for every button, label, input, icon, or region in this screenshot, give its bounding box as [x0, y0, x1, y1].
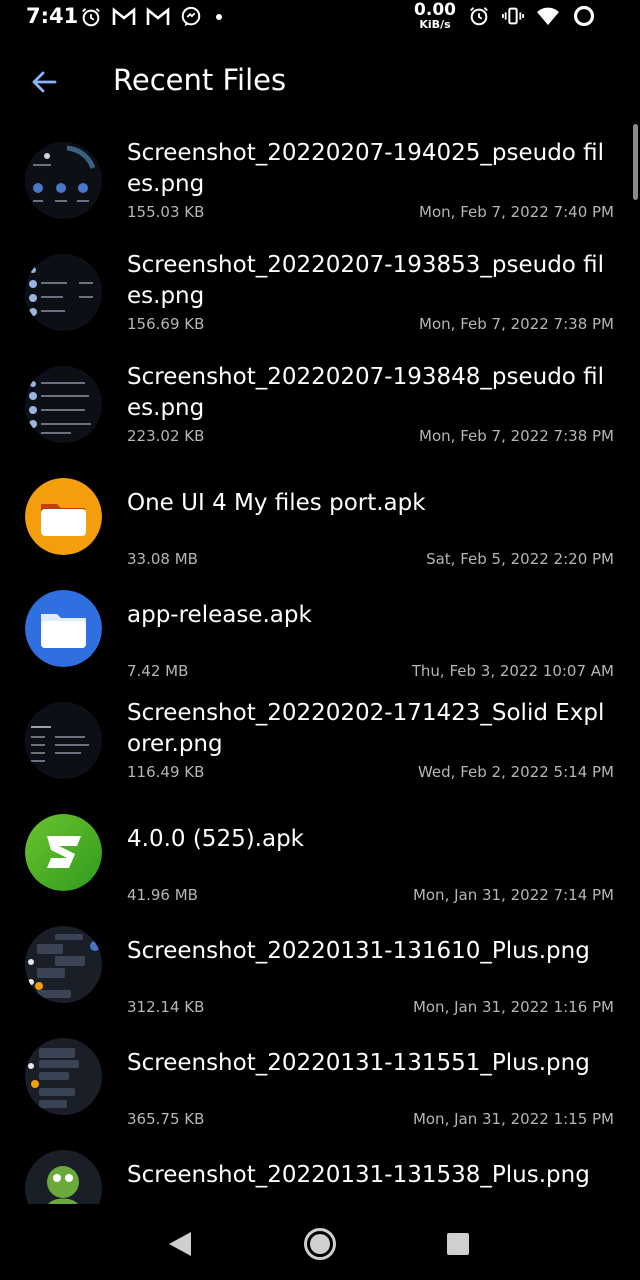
list-item[interactable]: Screenshot_20220207-193853_pseudo files.… — [0, 242, 640, 354]
file-date: Sat, Feb 5, 2022 2:20 PM — [426, 550, 614, 568]
file-name: Screenshot_20220202-171423_Solid Explore… — [127, 700, 605, 757]
page-title: Recent Files — [113, 63, 287, 97]
screenshot-thumb-icon — [25, 1150, 102, 1204]
file-name: Screenshot_20220131-131551_Plus.png — [127, 1050, 590, 1076]
file-thumbnail — [25, 1150, 102, 1204]
file-size: 156.69 KB — [127, 315, 205, 333]
navigation-bar — [0, 1204, 640, 1280]
network-speed-unit: KiB/s — [419, 18, 451, 31]
file-size: 223.02 KB — [127, 427, 205, 445]
wifi-icon — [537, 7, 559, 25]
file-name: Screenshot_20220131-131538_Plus.png — [127, 1162, 590, 1188]
file-date: Mon, Feb 7, 2022 7:40 PM — [419, 203, 614, 221]
nav-home-button[interactable] — [300, 1224, 340, 1264]
network-speed: 0.00 KiB/s — [414, 0, 456, 31]
list-item[interactable]: Screenshot_20220207-193848_pseudo files.… — [0, 354, 640, 466]
list-item[interactable]: Screenshot_20220131-131551_Plus.png 365.… — [0, 1026, 640, 1138]
nav-recents-button[interactable] — [438, 1224, 478, 1264]
screenshot-thumb-icon — [25, 142, 102, 219]
toolbar: Recent Files — [0, 52, 640, 112]
file-thumbnail — [25, 254, 102, 331]
list-item[interactable]: 4.0.0 (525).apk 41.96 MB Mon, Jan 31, 20… — [0, 802, 640, 914]
file-size: 116.49 KB — [127, 763, 205, 781]
file-name: Screenshot_20220207-194025_pseudo files.… — [127, 140, 605, 197]
battery-ring-icon — [573, 5, 595, 27]
blue-folder-app-icon — [25, 590, 102, 667]
gmail-icon — [146, 7, 170, 25]
file-size: 7.42 MB — [127, 662, 189, 680]
screenshot-thumb-icon — [25, 1038, 102, 1115]
list-item[interactable]: Screenshot_20220131-131538_Plus.png — [0, 1138, 640, 1204]
screenshot-thumb-icon — [25, 366, 102, 443]
file-thumbnail — [25, 366, 102, 443]
recent-files-list[interactable]: Screenshot_20220207-194025_pseudo files.… — [0, 130, 640, 1204]
file-size: 155.03 KB — [127, 203, 205, 221]
file-date: Mon, Jan 31, 2022 1:16 PM — [412, 998, 614, 1016]
file-thumbnail — [25, 814, 102, 891]
triangle-back-icon — [169, 1232, 191, 1256]
file-name: app-release.apk — [127, 602, 312, 628]
file-date: Mon, Feb 7, 2022 7:38 PM — [419, 427, 614, 445]
scrollbar[interactable] — [633, 124, 638, 200]
status-time: 7:41 — [26, 4, 79, 28]
file-thumbnail — [25, 702, 102, 779]
list-item[interactable]: Screenshot_20220207-194025_pseudo files.… — [0, 130, 640, 242]
file-thumbnail — [25, 478, 102, 555]
square-recents-icon — [447, 1233, 469, 1255]
file-size: 33.08 MB — [127, 550, 198, 568]
alarm-icon — [470, 7, 488, 26]
file-date: Mon, Feb 7, 2022 7:38 PM — [419, 315, 614, 333]
messenger-icon — [181, 6, 201, 27]
file-date: Wed, Feb 2, 2022 5:14 PM — [417, 763, 614, 781]
green-app-icon — [25, 814, 102, 891]
file-thumbnail — [25, 590, 102, 667]
file-size: 312.14 KB — [127, 998, 205, 1016]
alarm-icon — [82, 8, 100, 27]
file-name: Screenshot_20220207-193848_pseudo files.… — [127, 364, 605, 421]
notification-icons — [80, 6, 226, 28]
screenshot-thumb-icon — [25, 702, 102, 779]
orange-folder-app-icon — [25, 478, 102, 555]
file-name: 4.0.0 (525).apk — [127, 826, 305, 852]
vibrate-icon — [502, 7, 524, 25]
screenshot-thumb-icon — [25, 926, 102, 1003]
gmail-icon — [112, 7, 136, 25]
back-button[interactable] — [28, 66, 60, 98]
screenshot-thumb-icon — [25, 254, 102, 331]
file-date: Thu, Feb 3, 2022 10:07 AM — [411, 662, 614, 680]
file-name: Screenshot_20220131-131610_Plus.png — [127, 938, 590, 964]
nav-back-button[interactable] — [160, 1224, 200, 1264]
network-speed-value: 0.00 — [414, 0, 456, 20]
list-item[interactable]: Screenshot_20220202-171423_Solid Explore… — [0, 690, 640, 802]
file-thumbnail — [25, 1038, 102, 1115]
file-thumbnail — [25, 926, 102, 1003]
list-item[interactable]: One UI 4 My files port.apk 33.08 MB Sat,… — [0, 466, 640, 578]
file-name: Screenshot_20220207-193853_pseudo files.… — [127, 252, 605, 309]
arrow-left-icon — [32, 71, 57, 93]
circle-home-icon — [304, 1228, 336, 1260]
file-date: Mon, Jan 31, 2022 1:15 PM — [412, 1110, 614, 1128]
dot-icon — [216, 14, 222, 20]
status-bar: 7:41 0.00 KiB/s — [0, 0, 640, 36]
file-size: 41.96 MB — [127, 886, 198, 904]
file-date: Mon, Jan 31, 2022 7:14 PM — [412, 886, 614, 904]
list-item[interactable]: Screenshot_20220131-131610_Plus.png 312.… — [0, 914, 640, 1026]
system-status-icons: 0.00 KiB/s — [414, 2, 596, 30]
file-thumbnail — [25, 142, 102, 219]
file-name: One UI 4 My files port.apk — [127, 490, 426, 516]
file-size: 365.75 KB — [127, 1110, 205, 1128]
list-item[interactable]: app-release.apk 7.42 MB Thu, Feb 3, 2022… — [0, 578, 640, 690]
